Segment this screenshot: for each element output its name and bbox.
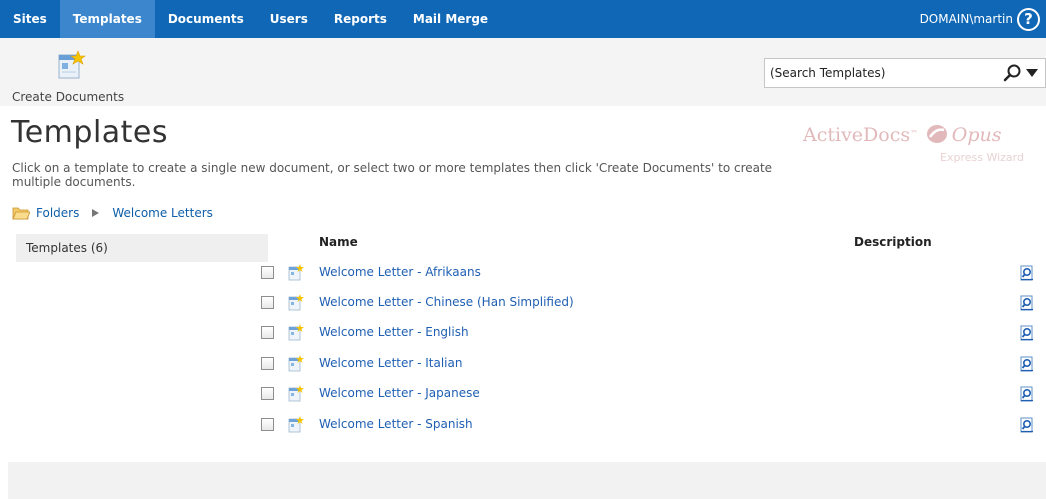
create-documents-button[interactable]: Create Documents (8, 46, 138, 104)
row-checkbox[interactable] (261, 296, 274, 309)
nav-users[interactable]: Users (257, 0, 321, 38)
template-icon (288, 294, 304, 311)
user-area: DOMAIN\martin ? (920, 0, 1046, 38)
brand-product: Opus (951, 124, 1002, 146)
create-documents-label: Create Documents (12, 90, 125, 104)
nav-templates[interactable]: Templates (59, 0, 155, 38)
toolbar: Create Documents (0, 38, 1046, 106)
template-link[interactable]: Welcome Letter - Spanish (319, 417, 473, 431)
preview-icon[interactable] (1019, 417, 1035, 433)
nav-documents[interactable]: Documents (155, 0, 257, 38)
template-icon (288, 264, 304, 281)
preview-icon[interactable] (1019, 325, 1035, 341)
template-icon (288, 385, 304, 402)
search-icon[interactable] (1001, 62, 1023, 84)
top-nav: Sites Templates Documents Users Reports … (0, 0, 1046, 38)
footer-bar (8, 462, 1046, 499)
intro-text: Click on a template to create a single n… (12, 161, 773, 189)
row-checkbox[interactable] (261, 266, 274, 279)
brand-logo: ActiveDocs™ Opus Express Wizard (803, 124, 1035, 172)
search-input[interactable] (765, 60, 1001, 86)
row-checkbox[interactable] (261, 387, 274, 400)
nav-sites[interactable]: Sites (0, 0, 60, 38)
preview-icon[interactable] (1019, 265, 1035, 281)
template-link[interactable]: Welcome Letter - Chinese (Han Simplified… (319, 295, 574, 309)
breadcrumb-current[interactable]: Welcome Letters (112, 206, 213, 220)
preview-icon[interactable] (1019, 386, 1035, 402)
template-link[interactable]: Welcome Letter - Japanese (319, 386, 480, 400)
table-row: Welcome Letter - Chinese (Han Simplified… (258, 292, 1046, 314)
template-link[interactable]: Welcome Letter - Italian (319, 356, 462, 370)
nav-reports[interactable]: Reports (321, 0, 400, 38)
breadcrumb-folders[interactable]: Folders (36, 206, 79, 220)
breadcrumb-separator-icon (92, 209, 100, 217)
row-checkbox[interactable] (261, 357, 274, 370)
nav-mail-merge[interactable]: Mail Merge (400, 0, 501, 38)
brand-name: ActiveDocs (803, 124, 911, 146)
template-link[interactable]: Welcome Letter - Afrikaans (319, 265, 481, 279)
preview-icon[interactable] (1019, 356, 1035, 372)
page-title: Templates (11, 115, 169, 150)
opus-swoosh-icon (926, 125, 947, 143)
breadcrumb: Folders Welcome Letters (12, 206, 213, 220)
preview-icon[interactable] (1019, 295, 1035, 311)
brand-subtitle: Express Wizard (940, 151, 1024, 164)
table-row: Welcome Letter - Spanish (258, 414, 1046, 436)
chevron-down-icon[interactable] (1025, 66, 1039, 80)
create-document-icon (58, 50, 86, 79)
help-icon[interactable]: ? (1017, 7, 1040, 31)
table-row: Welcome Letter - English (258, 322, 1046, 344)
template-icon (288, 355, 304, 372)
brand-tm: ™ (910, 129, 919, 138)
search-box (764, 58, 1046, 88)
table-row: Welcome Letter - Italian (258, 353, 1046, 375)
column-header-name[interactable]: Name (319, 235, 358, 249)
table-row: Welcome Letter - Afrikaans (258, 262, 1046, 284)
folder-icon (12, 207, 30, 220)
column-header-description[interactable]: Description (854, 235, 932, 249)
table-row: Welcome Letter - Japanese (258, 383, 1046, 405)
sidebar-item-templates[interactable]: Templates (6) (16, 234, 268, 262)
template-icon (288, 416, 304, 433)
template-link[interactable]: Welcome Letter - English (319, 325, 469, 339)
template-icon (288, 324, 304, 341)
row-checkbox[interactable] (261, 418, 274, 431)
user-name[interactable]: DOMAIN\martin (920, 12, 1013, 26)
row-checkbox[interactable] (261, 326, 274, 339)
